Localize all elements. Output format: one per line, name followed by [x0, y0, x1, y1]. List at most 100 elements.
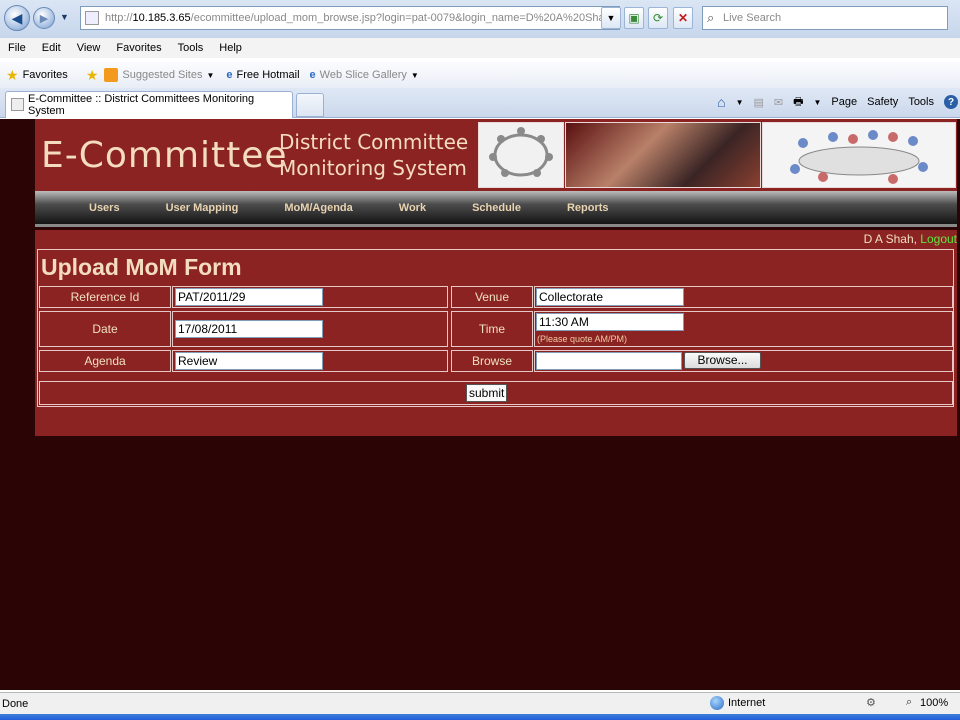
- time-cell: 11:30 AM (Please quote AM/PM): [534, 311, 953, 347]
- webslice-dropdown-icon[interactable]: ▼: [411, 71, 419, 80]
- browse-cell: Browse...: [534, 350, 953, 372]
- subtitle-line-1: District Committee: [279, 130, 469, 154]
- suggested-sites-link[interactable]: Suggested Sites: [122, 69, 202, 81]
- subtitle-line-2: Monitoring System: [279, 156, 467, 180]
- browse-label: Browse: [451, 350, 533, 372]
- tools-menu[interactable]: Tools: [908, 96, 934, 108]
- search-icon: ⌕: [707, 10, 715, 25]
- suggested-dropdown-icon[interactable]: ▼: [207, 71, 215, 80]
- page-menu[interactable]: Page: [831, 96, 857, 108]
- address-bar[interactable]: http://10.185.3.65/ecommittee/upload_mom…: [80, 6, 620, 30]
- address-dropdown-icon[interactable]: ▼: [601, 7, 621, 29]
- site-banner: E-Committee District Committee Monitorin…: [35, 119, 957, 191]
- search-placeholder: Live Search: [723, 12, 782, 24]
- form-title: Upload MoM Form: [41, 254, 242, 280]
- browse-file-button[interactable]: Browse...: [684, 352, 761, 369]
- main-nav: Users User Mapping MoM/Agenda Work Sched…: [35, 191, 957, 227]
- user-name: D A Shah,: [863, 232, 917, 246]
- nav-work[interactable]: Work: [399, 202, 426, 214]
- banner-image-meeting: [762, 122, 956, 188]
- safety-menu[interactable]: Safety: [867, 96, 898, 108]
- zoom-level[interactable]: 100%: [920, 697, 948, 709]
- site-subtitle: District Committee Monitoring System: [279, 129, 468, 181]
- upload-mom-form: Upload MoM Form Reference Id PAT/2011/29…: [37, 249, 954, 407]
- home-dropdown-icon[interactable]: ▼: [736, 98, 744, 107]
- refresh-icon[interactable]: ⟳: [648, 7, 668, 29]
- favorites-bar: ★ Favorites ★ Suggested Sites ▼ e Free H…: [0, 62, 960, 88]
- venue-cell: Collectorate: [534, 286, 953, 308]
- submit-row: submit: [39, 381, 953, 405]
- menu-help[interactable]: Help: [211, 42, 250, 54]
- user-info: D A Shah, Logout: [864, 232, 957, 246]
- zone-text: Internet: [728, 697, 766, 709]
- content-panel: D A Shah, Logout Upload MoM Form Referen…: [35, 230, 957, 436]
- venue-label: Venue: [451, 286, 533, 308]
- banner-image-hands: [565, 122, 761, 188]
- address-prefix: http://: [105, 12, 133, 24]
- protected-mode-icon[interactable]: ⚙: [866, 696, 876, 709]
- menu-bar: File Edit View Favorites Tools Help: [0, 38, 960, 58]
- menu-view[interactable]: View: [69, 42, 109, 54]
- tab-title: E-Committee :: District Committees Monit…: [28, 93, 255, 117]
- add-favorite-icon[interactable]: ★: [86, 67, 99, 84]
- nav-users[interactable]: Users: [89, 202, 120, 214]
- time-label-text: Time: [478, 322, 506, 336]
- time-label: Time: [451, 311, 533, 347]
- help-icon[interactable]: ?: [944, 95, 958, 109]
- reference-id-input[interactable]: PAT/2011/29: [175, 288, 323, 306]
- agenda-input[interactable]: Review: [175, 352, 323, 370]
- forward-button[interactable]: ▶: [33, 7, 55, 29]
- reference-id-cell: PAT/2011/29: [172, 286, 448, 308]
- time-hint: (Please quote AM/PM): [537, 334, 628, 344]
- feeds-icon[interactable]: ▤: [753, 96, 763, 109]
- free-hotmail-link[interactable]: Free Hotmail: [237, 69, 300, 81]
- agenda-label: Agenda: [39, 350, 171, 372]
- logout-link[interactable]: Logout: [920, 232, 957, 246]
- agenda-cell: Review: [172, 350, 448, 372]
- site-logo-text: E-Committee: [41, 135, 288, 176]
- menu-edit[interactable]: Edit: [34, 42, 69, 54]
- date-cell: 17/08/2011: [172, 311, 448, 347]
- suggested-sites-icon: [104, 68, 119, 82]
- stop-icon[interactable]: ✕: [673, 7, 693, 29]
- time-input[interactable]: 11:30 AM: [536, 313, 684, 331]
- favorites-button[interactable]: Favorites: [23, 69, 68, 81]
- recent-pages-dropdown-icon[interactable]: ▼: [60, 12, 69, 22]
- menu-favorites[interactable]: Favorites: [108, 42, 169, 54]
- agenda-label-text: Agenda: [84, 354, 126, 368]
- menu-tools[interactable]: Tools: [170, 42, 212, 54]
- venue-input[interactable]: Collectorate: [536, 288, 684, 306]
- taskbar: [0, 714, 960, 720]
- menu-file[interactable]: File: [0, 42, 34, 54]
- status-text: Done: [2, 697, 29, 710]
- submit-button[interactable]: submit: [466, 384, 508, 402]
- nav-mom-agenda[interactable]: MoM/Agenda: [284, 202, 352, 214]
- compatibility-view-icon[interactable]: ▣: [624, 7, 644, 29]
- page-icon: [85, 11, 99, 25]
- reference-id-label: Reference Id: [39, 286, 171, 308]
- back-button[interactable]: ◀: [4, 5, 30, 31]
- search-input[interactable]: ⌕ Live Search: [702, 6, 948, 30]
- web-slice-gallery-link[interactable]: Web Slice Gallery: [320, 69, 407, 81]
- page-viewport: E-Committee District Committee Monitorin…: [0, 119, 960, 690]
- nav-reports[interactable]: Reports: [567, 202, 609, 214]
- nav-user-mapping[interactable]: User Mapping: [166, 202, 239, 214]
- date-label: Date: [39, 311, 171, 347]
- favorites-star-icon: ★: [6, 66, 19, 83]
- zoom-icon[interactable]: ⌕: [906, 696, 912, 709]
- tab-favicon-icon: [11, 98, 24, 111]
- home-icon[interactable]: ⌂: [717, 94, 725, 110]
- globe-icon: [710, 696, 724, 710]
- ie-page-icon: e: [226, 69, 233, 81]
- nav-schedule[interactable]: Schedule: [472, 202, 521, 214]
- print-icon[interactable]: 🖶: [793, 93, 803, 112]
- reference-id-label-text: Reference Id: [70, 290, 140, 304]
- file-path-input[interactable]: [536, 352, 682, 370]
- address-path: /ecommittee/upload_mom_browse.jsp?login=…: [190, 12, 619, 24]
- status-bar: Done Internet ⚙ ⌕ 100%: [0, 692, 960, 714]
- read-mail-icon[interactable]: ✉: [774, 96, 783, 109]
- print-dropdown-icon[interactable]: ▼: [814, 98, 822, 107]
- tab-active[interactable]: E-Committee :: District Committees Monit…: [5, 91, 293, 118]
- date-input[interactable]: 17/08/2011: [175, 320, 323, 338]
- new-tab-button[interactable]: [296, 93, 324, 117]
